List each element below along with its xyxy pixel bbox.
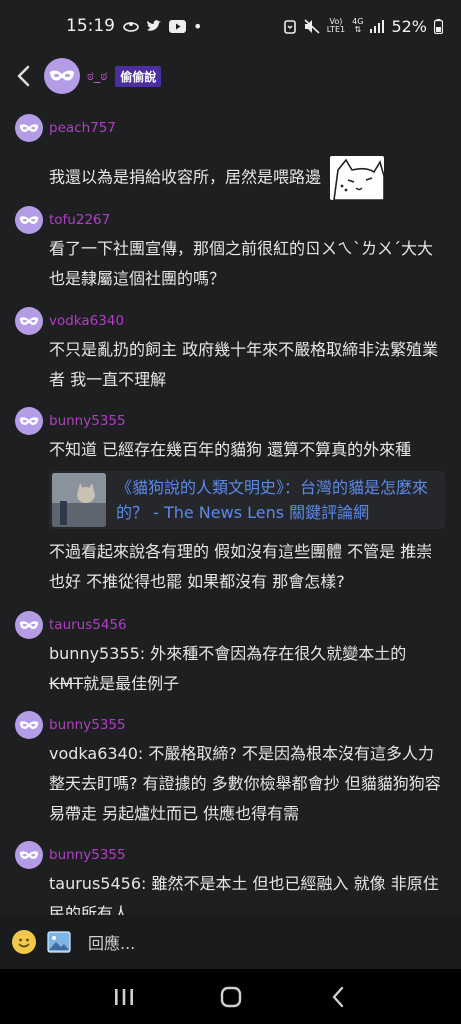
comment-header: tofu2267 — [15, 206, 447, 234]
link-preview-card[interactable]: 《貓狗說的人類文明史》：台灣的貓是怎麼來的？ - The News Lens 關… — [49, 471, 445, 529]
mask-icon — [19, 850, 39, 859]
board-badge[interactable]: 偷偷說 — [115, 65, 162, 87]
alarm-icon — [283, 19, 296, 34]
mask-icon — [19, 316, 39, 325]
youtube-icon — [169, 19, 186, 33]
comment-header: bunny5355 — [15, 711, 447, 739]
home-icon — [220, 986, 241, 1007]
comment-header: vodka6340 — [15, 307, 447, 335]
emoji-button[interactable] — [12, 930, 36, 954]
recents-icon — [114, 988, 133, 1005]
user-avatar[interactable] — [15, 841, 43, 869]
comment-text: bunny5355: 外來種不會因為存在很久就變本土的 — [49, 644, 407, 663]
user-avatar[interactable] — [15, 307, 43, 335]
comment-text: 不只是亂扔的飼主 政府幾十年來不嚴格取締非法繁殖業者 我一直不理解 — [49, 340, 439, 389]
comment-username[interactable]: vodka6340 — [49, 313, 124, 329]
battery-percent: 52% — [391, 16, 427, 36]
back-nav-button[interactable] — [318, 977, 358, 1017]
user-avatar[interactable] — [15, 206, 43, 234]
board-name[interactable]: ಠ_ಠ — [87, 69, 107, 84]
comment-username[interactable]: bunny5355 — [49, 847, 126, 863]
reply-bar: 回應... — [0, 915, 461, 969]
mask-icon — [19, 620, 39, 629]
comment-item: bunny5355 taurus5456: 雖然不是本土 但也已經融入 就像 非… — [15, 841, 447, 915]
comment-text: 不知道 已經存在幾百年的貓狗 還算不算真的外來種 — [49, 440, 412, 459]
comment-text: vodka6340: 不嚴格取締? 不是因為根本沒有這多人力 整天去盯嗎? 有證… — [49, 744, 441, 823]
cat-sticker-image — [333, 158, 385, 201]
comment-item: taurus5456 bunny5355: 外來種不會因為存在很久就變本土的 K… — [15, 611, 447, 699]
user-avatar[interactable] — [15, 611, 43, 639]
user-avatar[interactable] — [15, 711, 43, 739]
comment-item: bunny5355 vodka6340: 不嚴格取締? 不是因為根本沒有這多人力… — [15, 711, 447, 829]
comment-item: vodka6340 不只是亂扔的飼主 政府幾十年來不嚴格取締非法繁殖業者 我一直… — [15, 307, 447, 395]
link-thumbnail — [52, 473, 106, 527]
system-nav-bar — [0, 969, 461, 1024]
link-title[interactable]: 《貓狗說的人類文明史》：台灣的貓是怎麼來的？ - The News Lens 關… — [116, 475, 436, 525]
comment-header: bunny5355 — [15, 841, 447, 869]
cat-photo-image — [52, 473, 106, 527]
comment-header: peach757 — [15, 114, 447, 142]
comment-text: taurus5456: 雖然不是本土 但也已經融入 就像 非原住民的所有人 — [49, 874, 439, 915]
data-arrows-icon: ⇅ — [354, 25, 362, 34]
mask-icon — [19, 215, 39, 224]
volte-indicator: Vo) LTE1 — [327, 18, 345, 34]
comment-username[interactable]: taurus5456 — [49, 617, 127, 633]
user-avatar[interactable] — [15, 114, 43, 142]
battery-icon — [434, 18, 443, 34]
comment-header: bunny5355 — [15, 407, 447, 435]
status-time: 15:19 — [66, 16, 115, 36]
dot-icon: • — [193, 16, 203, 36]
comment-item: peach757 我還以為是捐給收容所，居然是喂路邊 — [15, 114, 447, 201]
comment-username[interactable]: bunny5355 — [49, 413, 126, 429]
board-avatar[interactable] — [44, 58, 80, 94]
back-arrow-icon — [332, 986, 343, 1007]
comment-username[interactable]: bunny5355 — [49, 717, 126, 733]
reply-input[interactable]: 回應... — [88, 930, 135, 954]
user-avatar[interactable] — [15, 407, 43, 435]
comment-username[interactable]: peach757 — [49, 120, 116, 136]
status-bar: 15:19 • Vo) LTE1 4G ⇅ 52% — [0, 0, 461, 52]
comment-item: bunny5355 不知道 已經存在幾百年的貓狗 還算不算真的外來種 《貓狗說的… — [15, 407, 447, 597]
comment-text-after: 就是最佳例子 — [83, 674, 180, 693]
comment-text-continued: 不過看起來說各有理的 假如沒有這些團體 不管是 推崇也好 不推從得也罷 如果都沒… — [49, 542, 433, 591]
comment-text-line: KMT就是最佳例子 — [49, 669, 447, 699]
mute-icon — [304, 18, 320, 34]
mask-icon — [19, 720, 39, 729]
system-icons: Vo) LTE1 4G ⇅ 52% — [283, 17, 443, 36]
struck-text: KMT — [49, 674, 84, 693]
network-indicator: 4G ⇅ — [352, 18, 363, 34]
volte-bottom: LTE1 — [326, 25, 346, 34]
comment-text: 看了一下社團宣傳，那個之前很紅的ㄖㄨㄟˋㄌㄨˊ大大也是隸屬這個社團的嗎？ — [49, 239, 434, 288]
cloud-icon — [123, 22, 139, 32]
comment-text: 我還以為是捐給收容所，居然是喂路邊 — [49, 167, 322, 187]
smiley-icon — [13, 931, 35, 953]
comment-text-row: 我還以為是捐給收容所，居然是喂路邊 — [49, 156, 447, 201]
comment-username[interactable]: tofu2267 — [49, 212, 110, 228]
mask-icon — [50, 70, 74, 81]
comment-item: tofu2267 看了一下社團宣傳，那個之前很紅的ㄖㄨㄟˋㄌㄨˊ大大也是隸屬這個… — [15, 206, 447, 294]
signal-icon — [370, 19, 385, 33]
chevron-left-icon — [17, 65, 30, 87]
cat-sticker[interactable] — [330, 156, 385, 201]
back-button[interactable] — [10, 61, 36, 91]
home-button[interactable] — [211, 977, 251, 1017]
mask-icon — [19, 416, 39, 425]
comment-header: taurus5456 — [15, 611, 447, 639]
image-icon[interactable] — [47, 931, 71, 953]
mask-icon — [19, 123, 39, 132]
comment-feed[interactable]: peach757 我還以為是捐給收容所，居然是喂路邊 tofu2267 看了一下… — [0, 100, 461, 915]
twitter-icon — [147, 20, 161, 31]
notification-icons: • — [123, 17, 202, 36]
board-header: ಠ_ಠ 偷偷說 — [0, 52, 461, 100]
recents-button[interactable] — [104, 977, 144, 1017]
